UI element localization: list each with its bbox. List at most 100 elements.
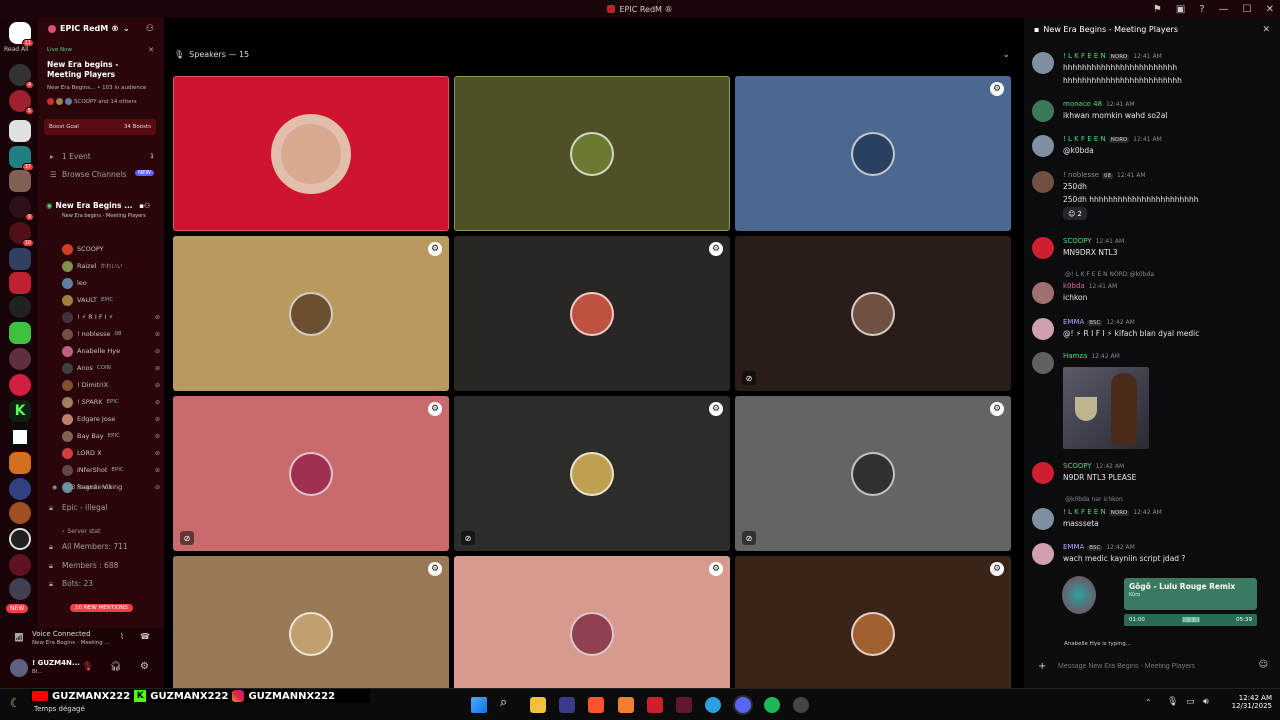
server-icon[interactable] xyxy=(9,348,31,370)
read-all-button[interactable]: Read All xyxy=(4,46,28,53)
message-author[interactable]: ! noblesse 08 12:41 AM xyxy=(1063,171,1146,179)
server-icon[interactable] xyxy=(9,426,31,448)
stage-channel[interactable]: ◉ New Era Begins ... ▪⚇ xyxy=(46,201,158,210)
member-item[interactable]: ! ⚡ R I F I ⚡ ⊘ xyxy=(62,310,162,324)
track-progress[interactable]: 01:00 |||||||||||||||||||| 05:39 xyxy=(1124,614,1257,626)
server-icon[interactable] xyxy=(9,120,31,142)
member-item[interactable]: iNferShot EPIC ⊘ xyxy=(62,463,162,477)
message-author[interactable]: ! L K F E E N NORD 12:41 AM xyxy=(1063,52,1162,60)
boost-goal-bar[interactable]: Boost Goal 34 Boosts xyxy=(44,119,156,135)
emoji-icon[interactable]: ☺ xyxy=(1259,660,1268,670)
avatar[interactable] xyxy=(1032,543,1054,565)
message-author[interactable]: EMMA BSC 12:42 AM xyxy=(1063,318,1135,326)
settings-gear-icon[interactable]: ⚙ xyxy=(140,661,149,672)
member-item[interactable]: Raizel かわいい xyxy=(62,259,162,273)
app-icon[interactable] xyxy=(618,697,634,713)
server-icon[interactable] xyxy=(9,170,31,192)
speaker-tile[interactable]: ⚙ ⊘ xyxy=(735,396,1011,551)
speaker-options-icon[interactable]: ⚙ xyxy=(428,242,442,256)
close-icon[interactable]: ✕ xyxy=(148,46,154,54)
speaker-options-icon[interactable]: ⚙ xyxy=(709,562,723,576)
add-member-icon[interactable]: ⚇ xyxy=(146,24,154,34)
horse-wine-image[interactable] xyxy=(1063,367,1149,449)
speaker-options-icon[interactable]: ⚙ xyxy=(428,562,442,576)
store-icon[interactable] xyxy=(559,697,575,713)
speaker-tile[interactable]: ⚙ xyxy=(735,76,1011,231)
server-icon[interactable] xyxy=(9,248,31,270)
avatar[interactable] xyxy=(1032,52,1054,74)
speaker-options-icon[interactable]: ⚙ xyxy=(990,402,1004,416)
speaker-tile[interactable] xyxy=(454,76,730,231)
member-item[interactable]: ! noblesse 08 ⊘ xyxy=(62,327,162,341)
collapse-chevron-icon[interactable]: ⌄ xyxy=(1002,50,1010,60)
direct-messages-button[interactable]: 11 xyxy=(9,22,34,47)
events-item[interactable]: ▸ 1 Event xyxy=(50,152,91,161)
search-icon[interactable]: ⌕ xyxy=(500,695,507,710)
server-icon[interactable] xyxy=(9,374,31,396)
speaker-tile[interactable]: ⚙ ⊘ xyxy=(173,396,449,551)
server-icon[interactable]: 4 xyxy=(9,64,34,89)
category-server-stat[interactable]: › Server stat xyxy=(62,528,101,535)
channel-epic-illegal[interactable]: 🔒︎ Epic - illegal xyxy=(49,503,108,512)
close-window-button[interactable]: ✕ xyxy=(1266,4,1274,15)
message-input[interactable] xyxy=(1058,658,1254,674)
telegram-icon[interactable] xyxy=(705,697,721,713)
spotify-icon[interactable] xyxy=(764,697,780,713)
message-author[interactable]: monaco 48 12:41 AM xyxy=(1063,100,1135,108)
noise-suppression-icon[interactable]: ⌇ xyxy=(120,632,124,641)
headphones-icon[interactable]: 🎧︎ xyxy=(110,662,121,672)
maximize-button[interactable]: ☐ xyxy=(1243,4,1252,15)
weather-icon[interactable]: ☾ xyxy=(10,696,21,710)
brave-browser-icon[interactable] xyxy=(588,697,604,713)
new-mentions-pill[interactable]: 10 NEW MENTIONS xyxy=(70,604,133,612)
signal-icon[interactable]: 📶︎ xyxy=(14,633,24,642)
message-author[interactable]: SCOOPY 12:41 AM xyxy=(1063,237,1124,245)
mute-mic-icon[interactable]: 🎙︎ xyxy=(82,662,93,672)
speaker-options-icon[interactable]: ⚙ xyxy=(990,82,1004,96)
avatar[interactable] xyxy=(1032,237,1054,259)
message-author[interactable]: SCOOPY 12:42 AM xyxy=(1063,462,1124,470)
avatar[interactable] xyxy=(1032,318,1054,340)
reply-preview[interactable]: @! L K F E E N NORD @k0bda xyxy=(1065,271,1154,278)
reply-preview[interactable]: @k0bda nar ichkon xyxy=(1065,496,1123,503)
help-icon[interactable]: ? xyxy=(1199,4,1204,15)
speaker-options-icon[interactable]: ⚙ xyxy=(709,242,723,256)
clock[interactable]: 12:42 AM 12/31/2025 xyxy=(1222,694,1272,710)
member-item[interactable]: Anos COIN ⊘ xyxy=(62,361,162,375)
member-item[interactable]: LORD X ⊘ xyxy=(62,446,162,460)
server-icon[interactable] xyxy=(9,554,31,576)
speaker-tile[interactable] xyxy=(173,76,449,231)
speaker-tile[interactable]: ⚙ xyxy=(173,236,449,391)
server-header[interactable]: EPIC RedM ® ⌄ xyxy=(48,24,130,33)
inbox-icon[interactable]: ▣ xyxy=(1176,4,1185,15)
stat-bots[interactable]: 🔒︎ Bots: 23 xyxy=(49,579,93,588)
avatar[interactable] xyxy=(1032,462,1054,484)
add-user-icon[interactable]: ⚇ xyxy=(144,202,150,210)
member-item[interactable]: SCOOPY xyxy=(62,242,162,256)
server-icon[interactable]: 5 xyxy=(9,90,34,115)
close-chat-button[interactable]: ✕ xyxy=(1262,25,1270,35)
member-item[interactable]: leo xyxy=(62,276,162,290)
windows-start-icon[interactable] xyxy=(471,697,487,713)
tray-volume-icon[interactable]: 🔊︎ xyxy=(1203,697,1209,707)
server-icon[interactable] xyxy=(9,452,31,474)
app-icon[interactable] xyxy=(676,697,692,713)
speaker-options-icon[interactable]: ⚙ xyxy=(428,402,442,416)
user-name[interactable]: ! GUZM4N... xyxy=(32,659,80,667)
stage-title[interactable]: New Era begins - Meeting Players xyxy=(47,60,147,80)
app-icon[interactable] xyxy=(647,697,663,713)
message-author[interactable]: ! L K F E E N NORD 12:42 AM xyxy=(1063,508,1162,516)
server-icon[interactable] xyxy=(9,296,31,318)
server-icon[interactable]: 37 xyxy=(9,146,34,171)
browse-channels-item[interactable]: ☰ Browse Channels xyxy=(50,170,126,179)
tray-network-icon[interactable]: ▭ xyxy=(1186,697,1195,707)
message-author[interactable]: ! L K F E E N NORD 12:41 AM xyxy=(1063,135,1162,143)
avatar[interactable] xyxy=(1032,508,1054,530)
reaction-pill[interactable]: ☺ 2 xyxy=(1063,207,1087,220)
add-attachment-icon[interactable]: + xyxy=(1038,661,1046,672)
discord-icon[interactable] xyxy=(735,697,751,713)
message-author[interactable]: k0bda 12:41 AM xyxy=(1063,282,1117,290)
file-explorer-icon[interactable] xyxy=(530,697,546,713)
speaker-tile[interactable]: ⚙ xyxy=(454,236,730,391)
app-icon[interactable] xyxy=(793,697,809,713)
